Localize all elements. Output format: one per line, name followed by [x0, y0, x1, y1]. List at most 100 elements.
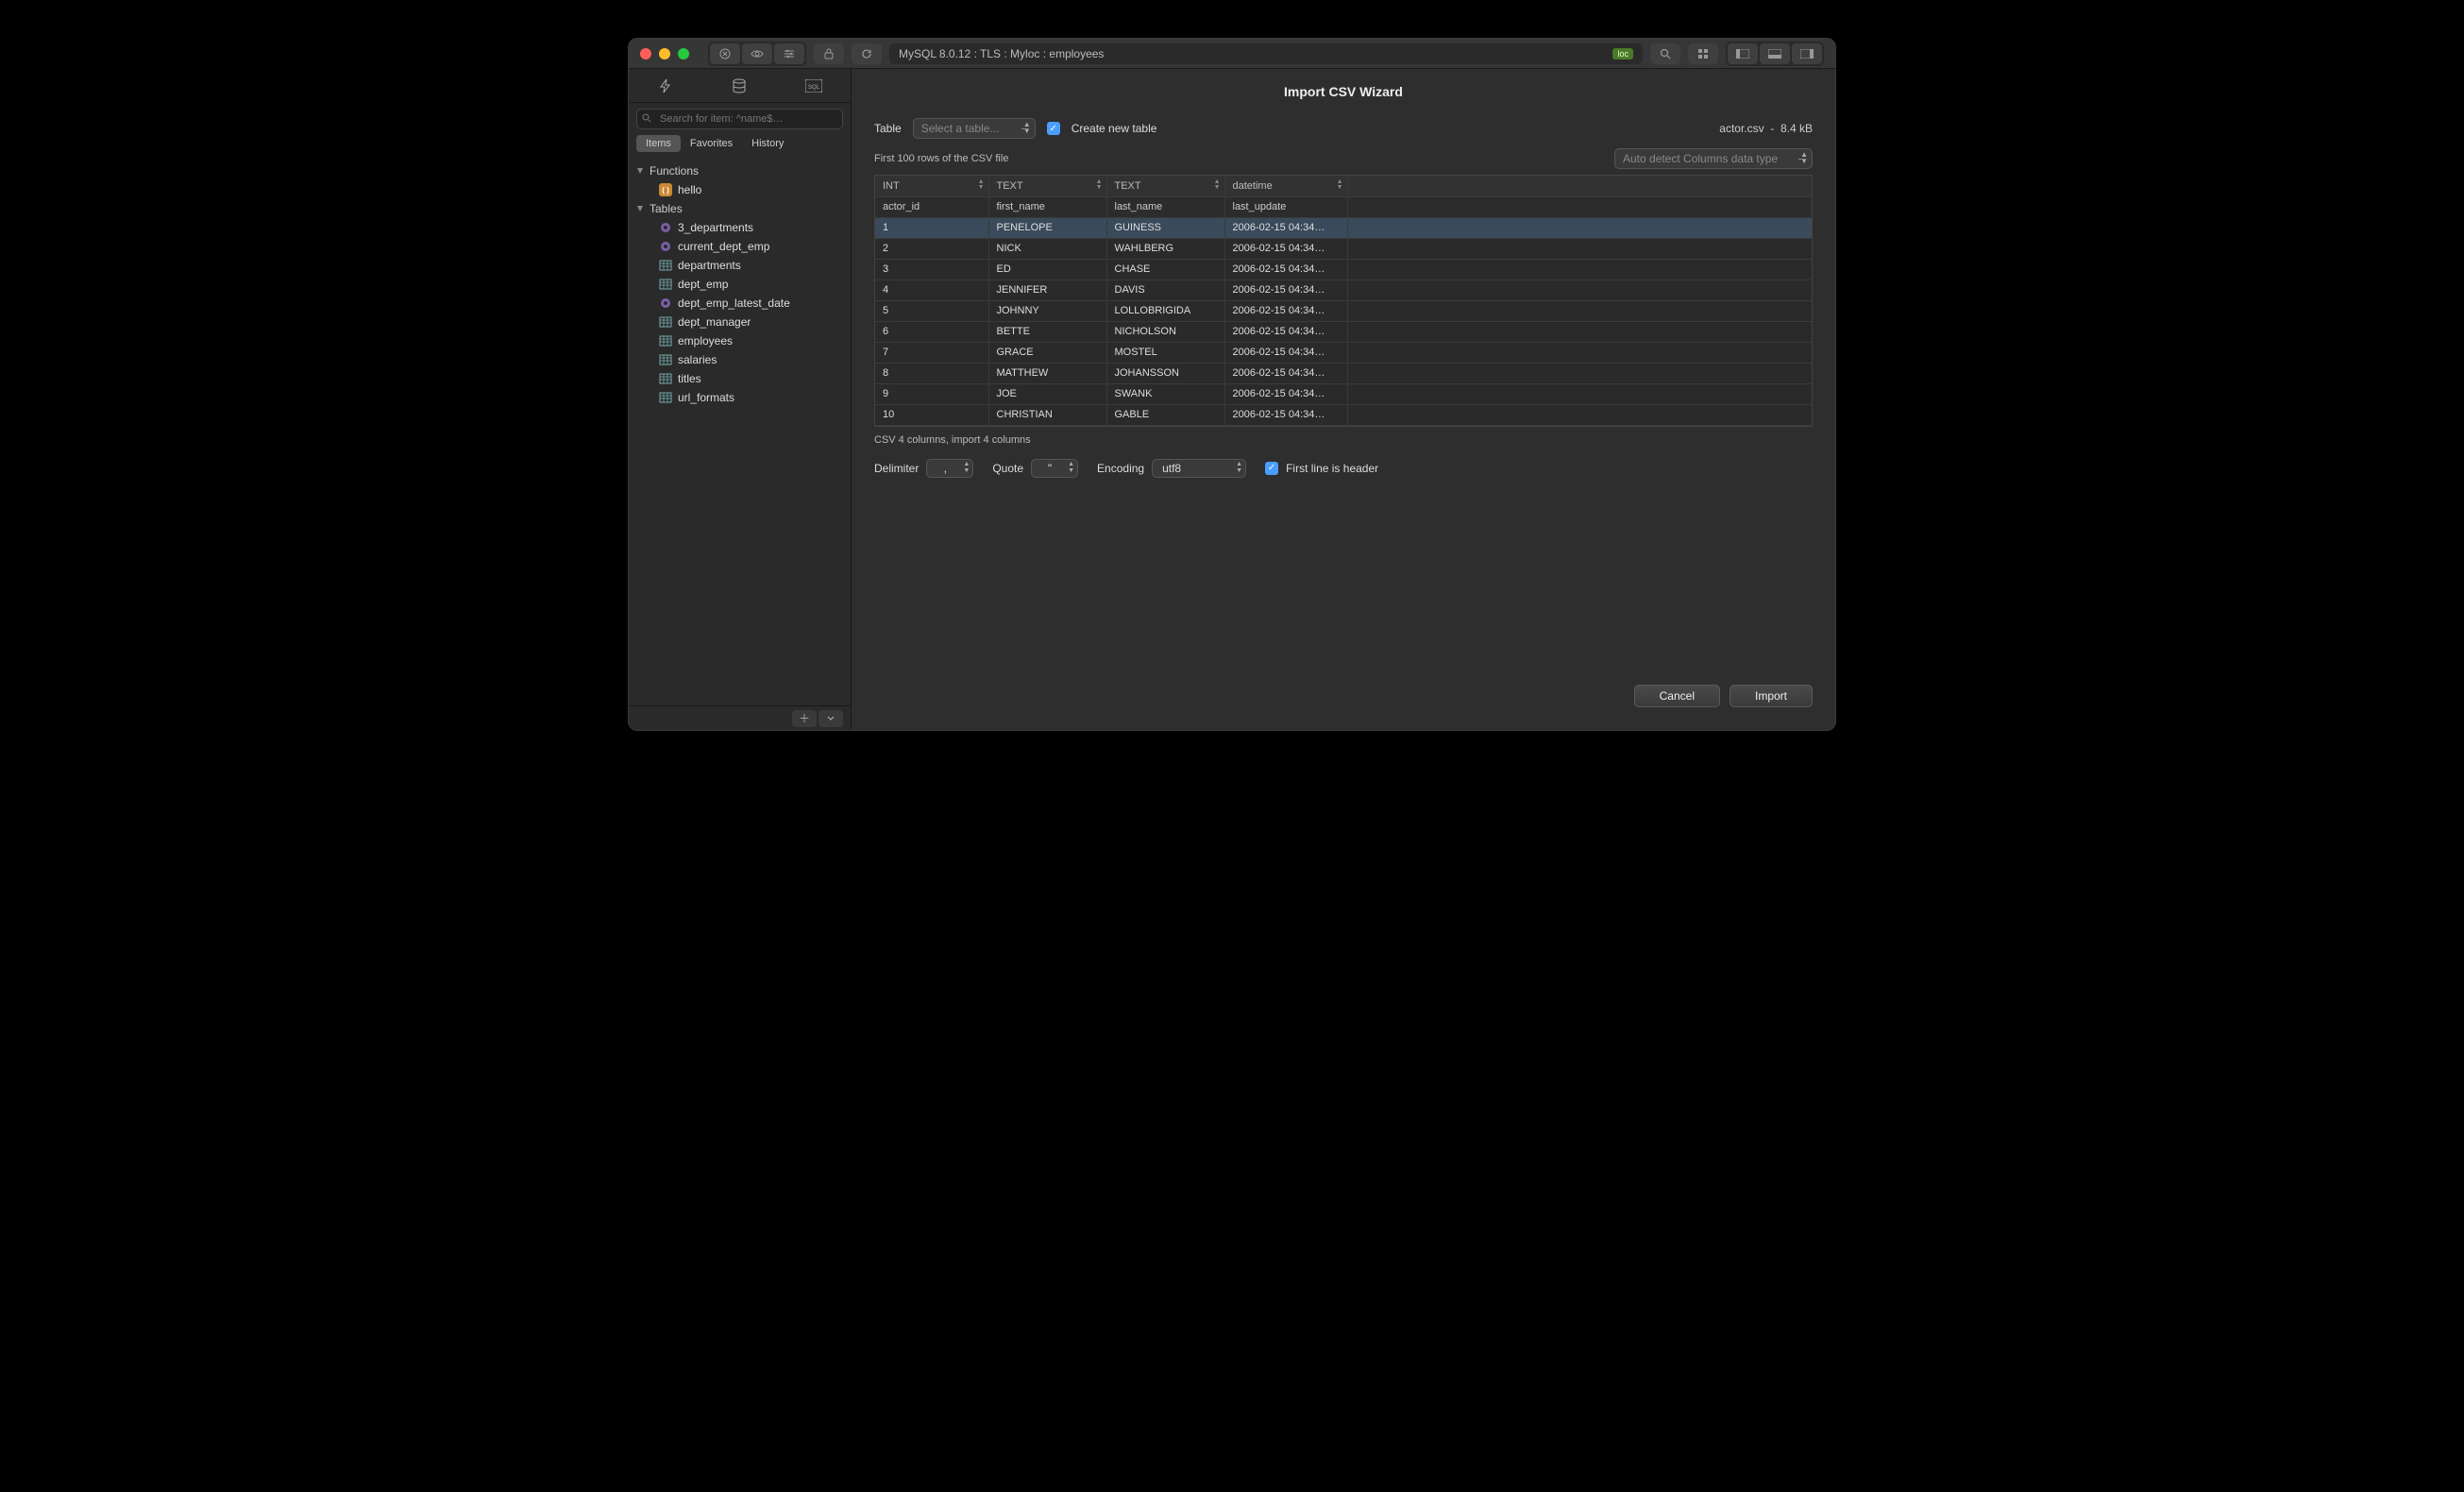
import-button[interactable]: Import [1730, 685, 1813, 707]
stop-button[interactable] [710, 43, 740, 64]
chevron-updown-icon: ▲▼ [963, 461, 970, 474]
footer-menu-button[interactable] [819, 710, 843, 727]
table-row[interactable]: 2NICKWAHLBERG2006-02-15 04:34… [875, 238, 1812, 259]
table-cell: 9 [875, 383, 988, 404]
tree-item-table[interactable]: dept_manager [629, 313, 851, 331]
grid-toolbar-button[interactable] [1688, 43, 1718, 64]
table-icon [659, 353, 672, 366]
panel-left-icon [1736, 49, 1749, 59]
table-icon [659, 278, 672, 291]
search-icon [1660, 48, 1671, 59]
table-cell: CHASE [1106, 259, 1224, 280]
filter-tab-history[interactable]: History [742, 135, 793, 152]
table-row[interactable]: 6BETTENICHOLSON2006-02-15 04:34… [875, 321, 1812, 342]
filter-tab-favorites[interactable]: Favorites [681, 135, 742, 152]
column-name-header[interactable]: first_name [988, 196, 1106, 217]
sidebar-tab-database[interactable] [725, 75, 753, 97]
column-type-header[interactable]: INT▲▼ [875, 176, 988, 196]
table-row[interactable]: 1PENELOPEGUINESS2006-02-15 04:34… [875, 217, 1812, 238]
delimiter-label: Delimiter [874, 462, 919, 475]
table-row[interactable]: 4JENNIFERDAVIS2006-02-15 04:34… [875, 280, 1812, 300]
tree-item-table[interactable]: employees [629, 331, 851, 350]
column-name-header[interactable]: actor_id [875, 196, 988, 217]
create-new-table-checkbox[interactable]: ✓ [1047, 122, 1060, 135]
table-cell: 3 [875, 259, 988, 280]
panel-toggle-group [1726, 42, 1824, 66]
auto-detect-select[interactable]: Auto detect Columns data type ▲▼ [1614, 148, 1813, 169]
tree-item-table[interactable]: departments [629, 256, 851, 275]
column-name-header[interactable]: last_update [1224, 196, 1347, 217]
filter-tab-items[interactable]: Items [636, 135, 681, 152]
table-row[interactable]: 8MATTHEWJOHANSSON2006-02-15 04:34… [875, 363, 1812, 383]
search-toolbar-button[interactable] [1650, 43, 1680, 64]
table-cell: 2006-02-15 04:34… [1224, 321, 1347, 342]
table-cell: GABLE [1106, 404, 1224, 425]
sidebar-tab-sql[interactable]: SQL [800, 75, 828, 97]
quote-select[interactable]: " ▲▼ [1031, 459, 1078, 478]
tree-item-label: departments [678, 259, 741, 272]
settings-button[interactable] [774, 43, 804, 64]
zoom-window-button[interactable] [678, 48, 689, 59]
panel-bottom-icon [1768, 49, 1781, 59]
sliders-icon [784, 48, 795, 59]
wizard-sub-row: First 100 rows of the CSV file Auto dete… [874, 148, 1813, 169]
tree-item-table[interactable]: 3_departments [629, 218, 851, 237]
table-cell: 2006-02-15 04:34… [1224, 383, 1347, 404]
grid-icon [1697, 48, 1709, 59]
import-wizard-panel: Import CSV Wizard Table Select a table..… [852, 69, 1835, 730]
column-type-header[interactable]: datetime▲▼ [1224, 176, 1347, 196]
connection-path: MySQL 8.0.12 : TLS : Myloc : employees l… [889, 43, 1643, 64]
first-line-header-checkbox[interactable]: ✓ [1265, 462, 1278, 475]
delimiter-select[interactable]: , ▲▼ [926, 459, 973, 478]
titlebar: MySQL 8.0.12 : TLS : Myloc : employees l… [629, 39, 1835, 69]
tree-item-table[interactable]: current_dept_emp [629, 237, 851, 256]
table-cell: 2006-02-15 04:34… [1224, 217, 1347, 238]
column-type-header[interactable]: TEXT▲▼ [1106, 176, 1224, 196]
tree-item-table[interactable]: salaries [629, 350, 851, 369]
table-cell: BETTE [988, 321, 1106, 342]
view-icon [659, 240, 672, 253]
table-cell: 8 [875, 363, 988, 383]
table-row[interactable]: 10CHRISTIANGABLE2006-02-15 04:34… [875, 404, 1812, 425]
add-item-button[interactable]: ＋ [792, 710, 817, 727]
sidebar-search-input[interactable] [636, 109, 843, 129]
panel-right-button[interactable] [1792, 43, 1822, 64]
close-window-button[interactable] [640, 48, 651, 59]
eye-icon [751, 49, 764, 59]
sidebar-tab-connections[interactable] [651, 75, 680, 97]
table-select[interactable]: Select a table... ▲▼ [913, 118, 1036, 139]
table-row[interactable]: 3EDCHASE2006-02-15 04:34… [875, 259, 1812, 280]
table-cell: LOLLOBRIGIDA [1106, 300, 1224, 321]
tree-item-table[interactable]: titles [629, 369, 851, 388]
refresh-icon [861, 48, 872, 59]
tree-item-label: dept_manager [678, 315, 751, 329]
panel-bottom-button[interactable] [1760, 43, 1790, 64]
column-name-header[interactable]: last_name [1106, 196, 1224, 217]
tree-group-tables[interactable]: Tables [629, 199, 851, 218]
panel-left-button[interactable] [1728, 43, 1758, 64]
preview-button[interactable] [742, 43, 772, 64]
column-summary: CSV 4 columns, import 4 columns [874, 427, 1813, 459]
table-row[interactable]: 7GRACEMOSTEL2006-02-15 04:34… [875, 342, 1812, 363]
tree-item-table[interactable]: url_formats [629, 388, 851, 407]
cancel-button[interactable]: Cancel [1634, 685, 1720, 707]
table-cell: 4 [875, 280, 988, 300]
table-row[interactable]: 9JOESWANK2006-02-15 04:34… [875, 383, 1812, 404]
minimize-window-button[interactable] [659, 48, 670, 59]
file-info: actor.csv - 8.4 kB [1719, 122, 1813, 135]
location-badge: loc [1612, 48, 1633, 59]
toolbar-group-nav [708, 42, 806, 66]
table-row[interactable]: 5JOHNNYLOLLOBRIGIDA2006-02-15 04:34… [875, 300, 1812, 321]
refresh-button[interactable] [852, 43, 882, 64]
table-icon [659, 334, 672, 348]
tree-item-function[interactable]: ( )hello [629, 180, 851, 199]
tree-item-table[interactable]: dept_emp [629, 275, 851, 294]
tree-item-table[interactable]: dept_emp_latest_date [629, 294, 851, 313]
lock-button[interactable] [814, 43, 844, 64]
preview-table-wrap: INT▲▼TEXT▲▼TEXT▲▼datetime▲▼ actor_idfirs… [874, 175, 1813, 427]
encoding-select[interactable]: utf8 ▲▼ [1152, 459, 1246, 478]
panel-right-icon [1800, 49, 1814, 59]
chevron-updown-icon: ▲▼ [1800, 151, 1808, 164]
tree-group-functions[interactable]: Functions [629, 161, 851, 180]
column-type-header[interactable]: TEXT▲▼ [988, 176, 1106, 196]
